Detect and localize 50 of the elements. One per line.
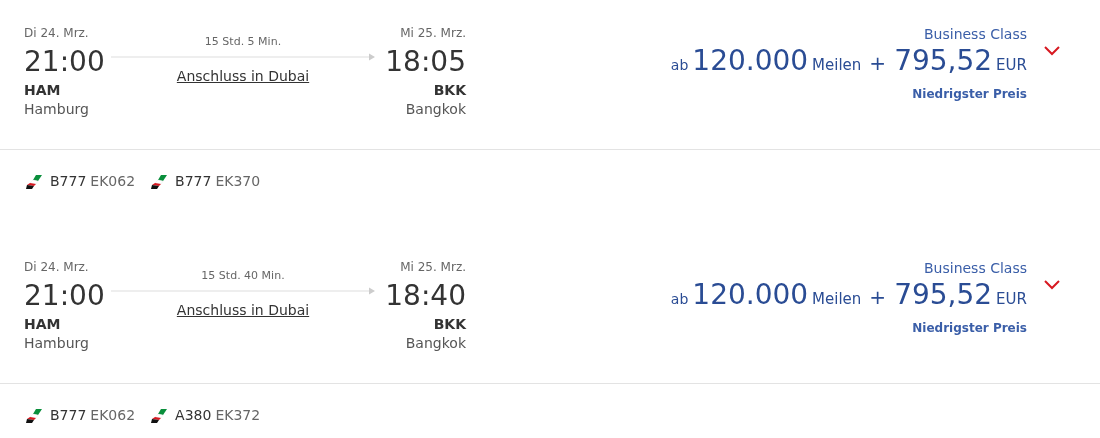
- arrival-code: BKK: [433, 81, 466, 99]
- flight-number: EK062: [90, 172, 136, 191]
- lowest-price-label: Niedrigster Preis: [912, 320, 1027, 336]
- aircraft-type: B777: [175, 172, 212, 191]
- flight-duration: 15 Std. 5 Min.: [204, 35, 282, 49]
- price-prefix: ab: [670, 290, 689, 309]
- tail-fin-icon: [26, 408, 42, 423]
- connection-link[interactable]: Anschluss in Dubai: [176, 66, 310, 86]
- departure-date: Di 24. Mrz.: [24, 260, 90, 274]
- lowest-price-label: Niedrigster Preis: [912, 86, 1027, 102]
- miles-unit: Meilen: [812, 289, 862, 310]
- aircraft-type: A380: [175, 406, 212, 425]
- plus-sign: +: [869, 284, 887, 311]
- cabin-class: Business Class: [923, 26, 1027, 42]
- arrival-time: 18:05: [385, 45, 466, 79]
- connection-link[interactable]: Anschluss in Dubai: [176, 300, 310, 320]
- aircraft-type: B777: [50, 406, 87, 425]
- arrival-city: Bangkok: [405, 334, 466, 353]
- tail-fin-icon: [151, 174, 168, 189]
- currency: EUR: [996, 55, 1027, 76]
- miles-amount: 120.000: [692, 44, 809, 78]
- arrival-code: BKK: [433, 315, 466, 333]
- chevron-down-icon[interactable]: [1044, 46, 1060, 56]
- departure-time: 21:00: [24, 45, 106, 79]
- flight-number: EK372: [215, 406, 261, 425]
- flight-duration: 15 Std. 40 Min.: [201, 269, 285, 283]
- departure-date: Di 24. Mrz.: [24, 26, 90, 40]
- cabin-class: Business Class: [923, 260, 1027, 276]
- departure-code: HAM: [24, 315, 62, 333]
- chevron-down-icon[interactable]: [1044, 280, 1060, 290]
- flight-number: EK062: [90, 406, 136, 425]
- miles-unit: Meilen: [812, 55, 862, 76]
- arrival-time: 18:40: [385, 279, 466, 313]
- departure-city: Hamburg: [24, 100, 90, 119]
- arrival-date: Mi 25. Mrz.: [400, 26, 466, 40]
- departure-code: HAM: [24, 81, 62, 99]
- miles-amount: 120.000: [692, 278, 809, 312]
- arrival-date: Mi 25. Mrz.: [400, 260, 466, 274]
- currency: EUR: [996, 289, 1027, 310]
- plus-sign: +: [869, 50, 887, 77]
- departure-time: 21:00: [24, 279, 106, 313]
- tail-fin-icon: [26, 174, 42, 189]
- price-amount: 795,52: [894, 278, 993, 312]
- arrival-city: Bangkok: [405, 100, 466, 119]
- price-prefix: ab: [670, 56, 689, 75]
- aircraft-type: B777: [50, 172, 87, 191]
- flight-number: EK370: [215, 172, 261, 191]
- tail-fin-icon: [151, 408, 168, 423]
- price-amount: 795,52: [894, 44, 993, 78]
- departure-city: Hamburg: [24, 334, 90, 353]
